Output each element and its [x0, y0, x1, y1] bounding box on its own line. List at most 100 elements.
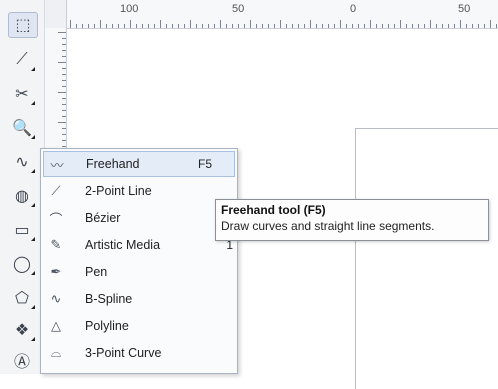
ruler-tick	[124, 24, 125, 28]
ruler-tick	[454, 24, 455, 28]
rectangle-tool[interactable]: ▭	[8, 218, 36, 242]
ruler-tick	[166, 24, 167, 28]
ruler-tick	[220, 20, 221, 28]
shape-tool-icon: ⟋	[16, 51, 28, 68]
ruler-label: 0	[350, 3, 357, 15]
polygon-tool-icon: ⬠	[15, 290, 29, 307]
flyout-item-pen[interactable]: ✒ Pen	[43, 259, 235, 285]
horizontal-ruler[interactable]: 100 50 0 50	[44, 0, 498, 29]
ruler-tick	[136, 24, 137, 28]
crop-tool[interactable]: ✂	[8, 82, 36, 106]
flyout-item-label: Pen	[85, 265, 108, 279]
rectangle-tool-icon: ▭	[14, 222, 30, 239]
ruler-tick	[62, 110, 66, 111]
smart-fill-tool[interactable]: ◍	[8, 184, 36, 208]
polyline-icon: △	[51, 318, 61, 333]
ruler-tick	[112, 24, 113, 28]
pen-icon: ✒	[50, 264, 62, 279]
ruler-tick	[82, 24, 83, 28]
ruler-tick	[130, 20, 131, 28]
ruler-corner[interactable]	[44, 0, 67, 29]
ruler-tick	[334, 24, 335, 28]
ruler-tick	[62, 98, 66, 99]
flyout-item-polyline[interactable]: △ Polyline	[43, 313, 235, 339]
zoom-tool[interactable]: 🔍	[8, 116, 36, 140]
ruler-tick	[418, 24, 419, 28]
ruler-tick	[142, 24, 143, 28]
ruler-tick	[430, 20, 431, 28]
ruler-tick	[256, 24, 257, 28]
ruler-tick	[340, 20, 341, 28]
flyout-item-2-point-line[interactable]: ⟋ 2-Point Line	[43, 178, 235, 204]
ellipse-tool-icon: ◯	[13, 256, 31, 273]
ruler-tick	[472, 24, 473, 28]
flyout-item-artistic-media[interactable]: ✎ Artistic Media 1	[43, 232, 235, 258]
ruler-tick	[62, 44, 66, 45]
flyout-item-label: Artistic Media	[85, 238, 161, 252]
ruler-tick	[322, 24, 323, 28]
ruler-tick	[88, 24, 89, 28]
ellipse-tool[interactable]: ◯	[8, 252, 36, 276]
ruler-tick	[58, 62, 66, 63]
ruler-tick	[62, 146, 66, 147]
ruler-tick	[394, 24, 395, 28]
ruler-tick	[352, 24, 353, 28]
flyout-item-label: Polyline	[85, 319, 129, 333]
text-tool[interactable]: Ⓐ	[8, 348, 36, 372]
ruler-tick	[190, 20, 191, 28]
ruler-tick	[62, 128, 66, 129]
ruler-tick	[208, 24, 209, 28]
flyout-item-label: 3-Point Curve	[85, 346, 162, 360]
ruler-tick	[62, 56, 66, 57]
ruler-tick	[58, 122, 66, 123]
bezier-icon: ⌒	[49, 211, 63, 227]
ruler-tick	[62, 68, 66, 69]
ruler-tick	[62, 74, 66, 75]
ruler-tick	[58, 32, 66, 33]
ruler-tick	[400, 20, 401, 28]
ruler-tick	[148, 24, 149, 28]
ruler-tick	[436, 24, 437, 28]
ruler-tick	[160, 20, 161, 28]
curve-tool-icon: ∿	[15, 154, 29, 171]
ruler-tick	[310, 20, 311, 28]
artistic-media-icon: ✎	[50, 237, 62, 252]
flyout-item-bezier[interactable]: ⌒ Bézier	[43, 205, 235, 231]
shape-tool[interactable]: ⟋	[8, 48, 36, 72]
zoom-tool-icon: 🔍	[12, 120, 32, 137]
ruler-tick	[484, 24, 485, 28]
ruler-tick	[316, 24, 317, 28]
flyout-item-3-point-curve[interactable]: ⌓ 3-Point Curve	[43, 340, 235, 366]
b-spline-icon: ∿	[50, 291, 62, 306]
basic-shapes-icon: ❖	[14, 322, 30, 339]
basic-shapes-tool[interactable]: ❖	[8, 318, 36, 342]
ruler-label: 50	[232, 3, 245, 15]
ruler-tick	[184, 24, 185, 28]
curve-tool[interactable]: ∿	[8, 150, 36, 174]
ruler-tick	[376, 24, 377, 28]
flyout-item-b-spline[interactable]: ∿ B-Spline	[43, 286, 235, 312]
ruler-tick	[202, 24, 203, 28]
ruler-tick	[388, 24, 389, 28]
tooltip-description: Draw curves and straight line segments.	[221, 219, 435, 233]
ruler-tick	[226, 24, 227, 28]
toolbox: ⬚ ⟋ ✂ 🔍 ∿ ◍ ▭ ◯ ⬠ ❖ Ⓐ	[0, 0, 45, 374]
ruler-tick	[172, 24, 173, 28]
polygon-tool[interactable]: ⬠	[8, 286, 36, 310]
ruler-tick	[118, 24, 119, 28]
tool-tooltip: Freehand tool (F5) Draw curves and strai…	[215, 199, 489, 241]
ruler-tick	[280, 20, 281, 28]
ruler-tick	[478, 24, 479, 28]
ruler-tick	[274, 24, 275, 28]
ruler-tick	[62, 104, 66, 105]
ruler-tick	[62, 50, 66, 51]
ruler-tick	[364, 24, 365, 28]
ruler-tick	[70, 20, 71, 28]
ruler-tick	[76, 24, 77, 28]
pick-tool[interactable]: ⬚	[8, 12, 38, 38]
ruler-tick	[238, 24, 239, 28]
curve-tools-flyout: 〰 Freehand F5 ⟋ 2-Point Line ⌒ Bézier ✎ …	[40, 148, 238, 374]
ruler-tick	[496, 24, 497, 28]
flyout-item-freehand[interactable]: 〰 Freehand F5	[43, 151, 235, 177]
ruler-tick	[62, 80, 66, 81]
